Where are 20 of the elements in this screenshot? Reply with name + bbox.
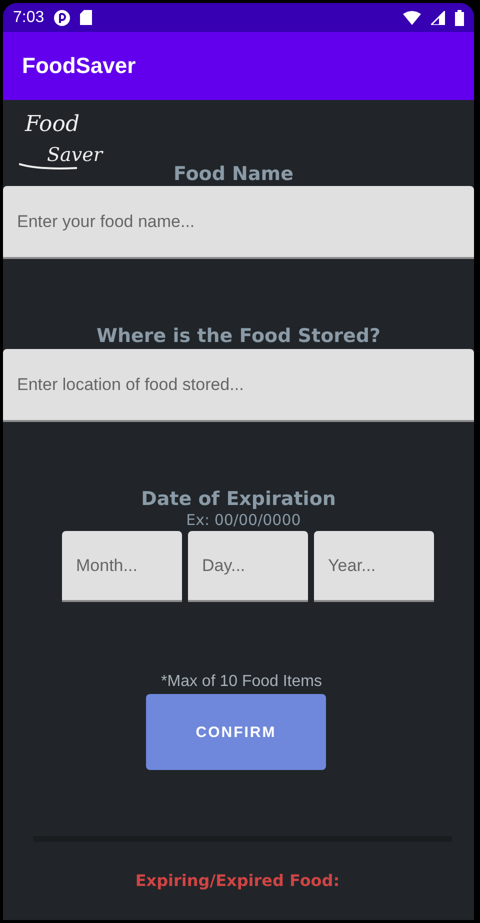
expiring-food-heading: Expiring/Expired Food: (134, 871, 341, 890)
status-time: 7:03 (13, 8, 44, 26)
date-format-hint: Ex: 00/00/0000 (185, 512, 302, 529)
app-notification-icon (54, 10, 70, 26)
section-title: Where is the Food Stored? (95, 324, 382, 349)
battery-icon (455, 10, 464, 26)
wifi-icon (403, 10, 421, 24)
input-field[interactable]: Enter your food name... (3, 186, 474, 259)
section-title: Date of Expiration (140, 487, 337, 512)
input-field[interactable]: Enter location of food stored... (3, 349, 474, 422)
section-title: Food Name (172, 163, 294, 185)
app-title: FoodSaver (22, 53, 136, 79)
signal-icon (431, 10, 445, 24)
sd-card-icon (80, 10, 92, 25)
input-field[interactable]: Year... (314, 531, 434, 602)
input-field[interactable]: Month... (62, 531, 182, 602)
item-limit-note: *Max of 10 Food Items (160, 673, 323, 691)
confirm-button[interactable]: CONFIRM (146, 694, 326, 770)
food-saver-logo: Food Saver (17, 108, 113, 174)
input-field[interactable]: Day... (188, 531, 308, 602)
